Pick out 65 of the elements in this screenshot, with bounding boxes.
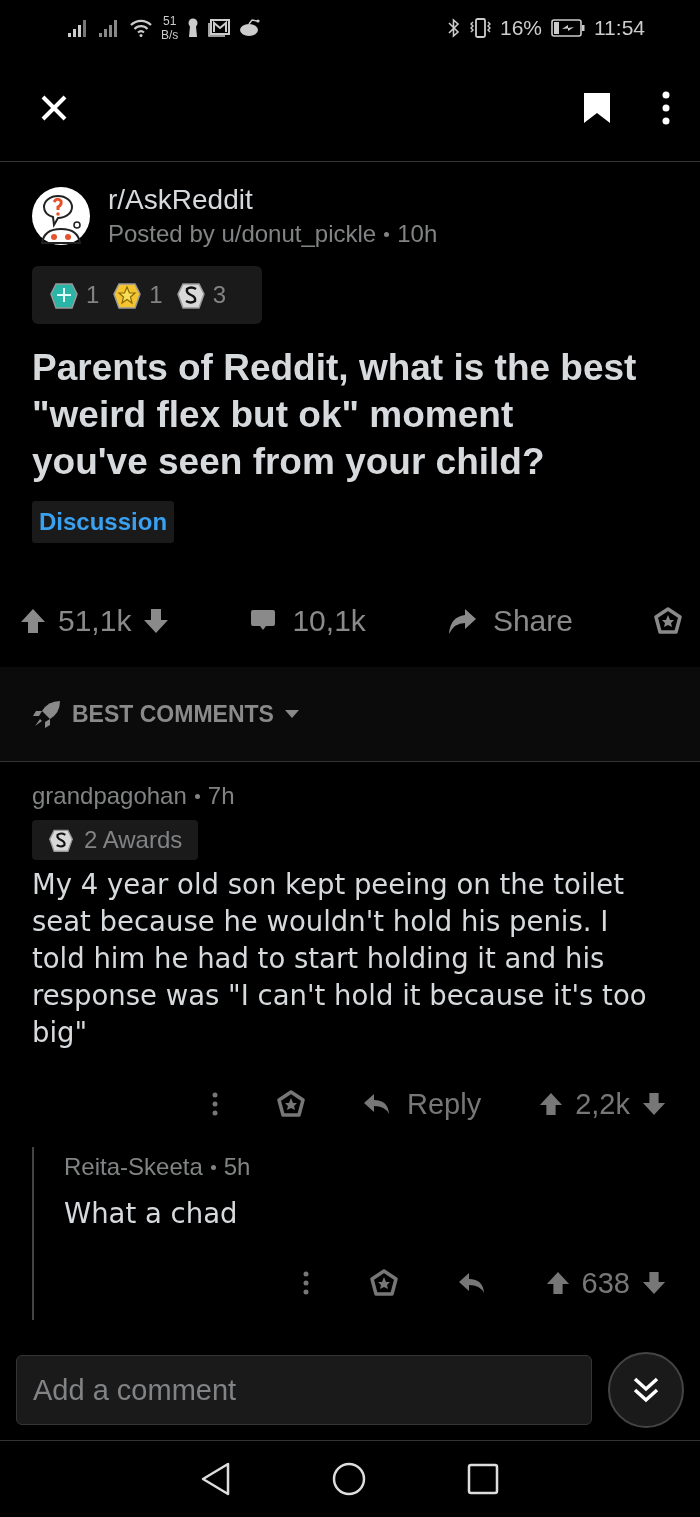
- alien-icon: [239, 18, 262, 37]
- award-count: 1: [149, 281, 163, 309]
- share-button[interactable]: Share: [446, 604, 573, 638]
- award-icon: [50, 280, 78, 310]
- award-icon: [113, 280, 142, 310]
- award-count: 3: [212, 281, 227, 309]
- bookmark-button[interactable]: [582, 91, 612, 125]
- flair-tag[interactable]: Discussion: [32, 501, 175, 543]
- vibrate-icon: [468, 17, 491, 38]
- battery-charging-icon: [551, 18, 585, 37]
- more-icon[interactable]: [211, 1092, 219, 1116]
- share-icon: [446, 607, 477, 635]
- vote-count: 2,2k: [575, 1087, 630, 1121]
- home-icon[interactable]: [332, 1462, 366, 1496]
- downvote-icon[interactable]: [143, 608, 170, 634]
- mail-icon: [208, 18, 231, 37]
- recents-icon[interactable]: [467, 1463, 500, 1495]
- separator-dot: [384, 231, 390, 237]
- more-icon[interactable]: [301, 1271, 310, 1295]
- vote-count: 51,1k: [58, 604, 132, 638]
- vote-count: 638: [581, 1266, 630, 1300]
- sort-button[interactable]: BEST COMMENTS: [32, 699, 300, 729]
- network-speed: 51: [163, 13, 177, 28]
- comment-time: 7h: [207, 782, 235, 810]
- upvote-icon[interactable]: [539, 1092, 564, 1116]
- award-icon[interactable]: [277, 1090, 305, 1118]
- comment-author[interactable]: Reita-Skeeta: [64, 1153, 203, 1181]
- separator-dot: [210, 1164, 216, 1170]
- comment-text: What a chad: [64, 1196, 239, 1231]
- wifi-icon: [130, 18, 152, 37]
- keyhole-icon: [187, 17, 200, 38]
- subreddit-avatar[interactable]: [32, 187, 90, 245]
- more-button[interactable]: [662, 91, 670, 125]
- battery-percent: 16%: [499, 15, 542, 40]
- upvote-icon[interactable]: [20, 608, 46, 634]
- subreddit-name[interactable]: r/AskReddit: [108, 184, 438, 216]
- rocket-icon: [32, 699, 62, 729]
- award-icon: [176, 280, 205, 310]
- network-speed-unit: B/s: [161, 27, 179, 42]
- comment-input[interactable]: Add a comment: [16, 1355, 592, 1425]
- bluetooth-icon: [447, 17, 460, 38]
- comments-button[interactable]: 10,1k: [250, 604, 366, 638]
- downvote-icon[interactable]: [642, 1271, 666, 1295]
- awards-bar[interactable]: 1 1 3: [32, 266, 263, 324]
- clock: 11:54: [594, 15, 645, 40]
- back-icon[interactable]: [200, 1462, 231, 1496]
- reply-icon: [457, 1271, 486, 1295]
- award-icon[interactable]: [369, 1269, 398, 1297]
- award-count: 1: [86, 281, 100, 309]
- comment-text: My 4 year old son kept peeing on the toilet seat because he wouldn't hold his penis. I told him he had to start holding it and his response was "I can't hold it because it's too big": [32, 867, 648, 1050]
- comment-author[interactable]: grandpagohan: [32, 782, 187, 810]
- reply-button[interactable]: Reply: [363, 1087, 482, 1121]
- downvote-icon[interactable]: [642, 1092, 666, 1116]
- reply-button[interactable]: [457, 1271, 486, 1295]
- comment-time: 5h: [223, 1153, 251, 1181]
- post-time: 10h: [397, 220, 438, 248]
- caret-icon: [283, 709, 300, 719]
- reply-icon: [363, 1092, 391, 1116]
- upvote-icon[interactable]: [545, 1271, 570, 1295]
- award-icon[interactable]: [654, 607, 682, 635]
- separator-dot: [194, 793, 200, 799]
- post-title: Parents of Reddit, what is the best "weird flex but ok" moment you've seen from your child?: [32, 346, 638, 484]
- double-chevron-icon: [631, 1375, 661, 1405]
- post-author[interactable]: Posted by u/donut_pickle: [108, 220, 377, 248]
- awards-bar[interactable]: 2 Awards: [32, 820, 199, 860]
